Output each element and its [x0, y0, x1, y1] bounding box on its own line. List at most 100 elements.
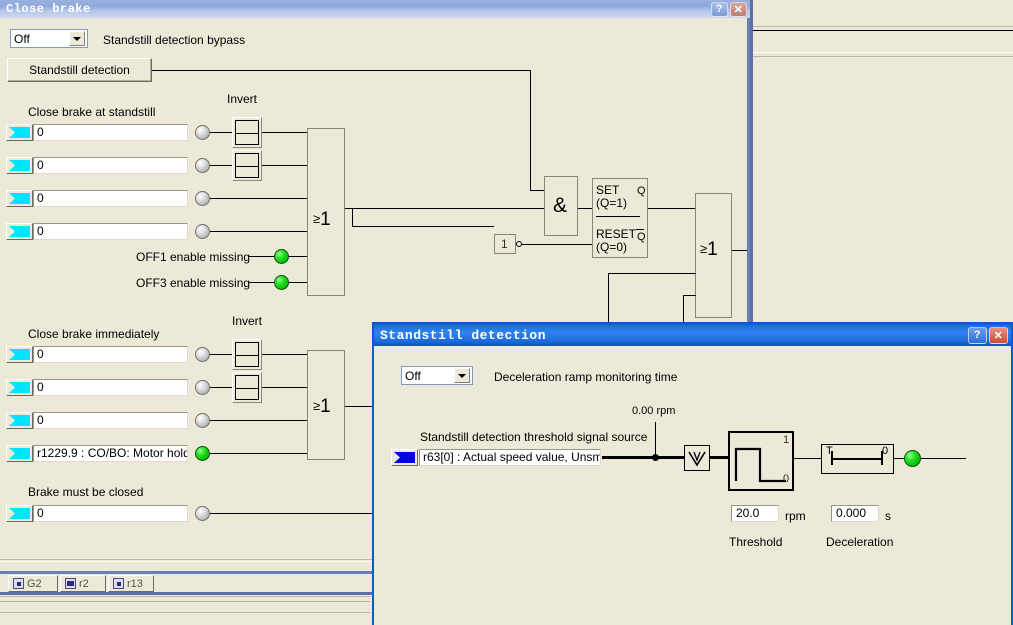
close-icon[interactable]: ✕ [730, 1, 747, 17]
below-window-line-3 [0, 612, 370, 613]
deceleration-label: Deceleration [826, 535, 894, 549]
close-brake-title: Close brake [6, 2, 91, 16]
close-brake-titlebar[interactable]: Close brake ? ✕ [0, 0, 750, 18]
output-wire [921, 458, 966, 459]
group2-row-1-field[interactable]: 0 [33, 379, 188, 396]
tab-r13-label: r13 [127, 577, 143, 590]
sr-set-line1: SET [596, 183, 620, 197]
standstill-title: Standstill detection [380, 327, 547, 343]
chevron-down-icon[interactable] [454, 368, 470, 383]
close-icon[interactable]: ✕ [989, 326, 1008, 344]
ramp-monitoring-combo[interactable]: Off [401, 366, 473, 385]
group3-row-0-field[interactable]: 0 [33, 505, 188, 522]
group1-row-2-field[interactable]: 0 [33, 190, 188, 207]
tab-r13[interactable]: r13 [108, 575, 154, 592]
absolute-value-block [684, 445, 710, 471]
off1-wire [248, 256, 274, 257]
source-value-field[interactable]: r63[0] : Actual speed value, Unsmool [419, 449, 601, 466]
group1-row-3-led [195, 224, 210, 239]
output-or-gate-symbol: ≥1 [700, 239, 718, 260]
group2-row-3-led [195, 446, 210, 461]
group2-row-0-field[interactable]: 0 [33, 346, 188, 363]
group1-row-1-wire-b [262, 165, 308, 166]
signal-source-icon[interactable] [6, 190, 33, 207]
group1-row-1-led [195, 158, 210, 173]
group2-row-1-wire [210, 387, 232, 388]
comparator-low-label: 0 [783, 473, 790, 485]
group2-or-out [345, 406, 373, 407]
signal-source-icon[interactable] [391, 449, 418, 466]
group1-row-0-led [195, 125, 210, 140]
bypass-combo[interactable]: Off [10, 29, 88, 48]
help-icon[interactable]: ? [968, 326, 987, 344]
tab-g2-label: G2 [27, 577, 42, 590]
junction-dot [652, 454, 659, 461]
deceleration-field[interactable]: 0.000 [831, 505, 879, 522]
sr-reset-line1: RESET [596, 227, 637, 241]
group3-row-0-wire [210, 513, 373, 514]
standstill-output-led [904, 450, 921, 467]
signal-source-icon[interactable] [6, 157, 33, 174]
output-or-out [732, 250, 747, 251]
background-divider-1 [753, 26, 1013, 27]
invert-widget-1[interactable] [232, 117, 262, 148]
ramp-monitoring-label: Deceleration ramp monitoring time [494, 370, 678, 384]
help-icon[interactable]: ? [711, 1, 728, 17]
signal-source-icon[interactable] [6, 124, 33, 141]
group2-row-3-field[interactable]: r1229.9 : CO/BO: Motor holding [33, 445, 188, 462]
standstill-detection-button-label: Standstill detection [29, 63, 130, 77]
group2-row-1-wire-b [262, 387, 308, 388]
timer-t-label: T [826, 445, 833, 457]
group1-or-out-2 [352, 226, 494, 227]
off3-enable-missing-label: OFF3 enable missing [136, 276, 251, 290]
group2-row-0-wire [210, 354, 232, 355]
sr-divider [596, 216, 640, 217]
grid-icon [13, 578, 24, 589]
group1-row-3-field[interactable]: 0 [33, 223, 188, 240]
standstill-titlebar[interactable]: Standstill detection ? ✕ [374, 324, 1011, 346]
bus-wire-2 [659, 456, 684, 459]
group1-row-1-field[interactable]: 0 [33, 157, 188, 174]
group1-or-gate-symbol: ≥1 [313, 209, 331, 230]
group3-title: Brake must be closed [28, 485, 144, 499]
standstill-detection-window: Standstill detection ? ✕ Off Deceleratio… [372, 322, 1013, 625]
signal-source-icon[interactable] [6, 346, 33, 363]
background-divider-4 [753, 56, 1013, 57]
invert-widget-4[interactable] [232, 372, 262, 403]
absolute-value-icon [688, 451, 706, 467]
group1-title: Close brake at standstill [28, 105, 156, 119]
invert-label-1: Invert [227, 92, 258, 106]
signal-source-icon[interactable] [6, 445, 33, 462]
grid-icon [113, 578, 124, 589]
signal-source-icon[interactable] [6, 505, 33, 522]
wire-button-down [530, 70, 531, 190]
invert-widget-2[interactable] [232, 150, 262, 181]
signal-source-icon[interactable] [6, 412, 33, 429]
background-divider-2 [753, 30, 1013, 31]
signal-source-icon[interactable] [6, 223, 33, 240]
invert-widget-3[interactable] [232, 339, 262, 370]
off3-wire [248, 282, 274, 283]
tab-r2[interactable]: r2 [60, 575, 106, 592]
group1-or-out-v [352, 208, 353, 226]
sr-qnot-overbar [636, 229, 644, 230]
group1-row-0-field[interactable]: 0 [33, 124, 188, 141]
ramp-combo-value: Off [405, 368, 421, 383]
threshold-field[interactable]: 20.0 [731, 505, 779, 522]
and-gate-out [578, 208, 592, 209]
source-label: Standstill detection threshold signal so… [420, 430, 648, 444]
group1-row-1-wire [210, 165, 232, 166]
tab-g2[interactable]: G2 [8, 575, 58, 592]
group1-row-2-led [195, 191, 210, 206]
signal-source-icon[interactable] [6, 379, 33, 396]
group1-row-0-wire-b [262, 132, 308, 133]
chevron-down-icon[interactable] [69, 31, 85, 46]
off1-enable-missing-led [274, 249, 289, 264]
background-divider-3 [753, 52, 1013, 53]
group2-row-2-field[interactable]: 0 [33, 412, 188, 429]
off1-wire-b [289, 256, 308, 257]
group1-row-2-wire [210, 198, 308, 199]
below-window-line-1 [0, 596, 370, 597]
standstill-detection-button[interactable]: Standstill detection [7, 58, 152, 82]
group2-row-0-wire-b [262, 354, 308, 355]
